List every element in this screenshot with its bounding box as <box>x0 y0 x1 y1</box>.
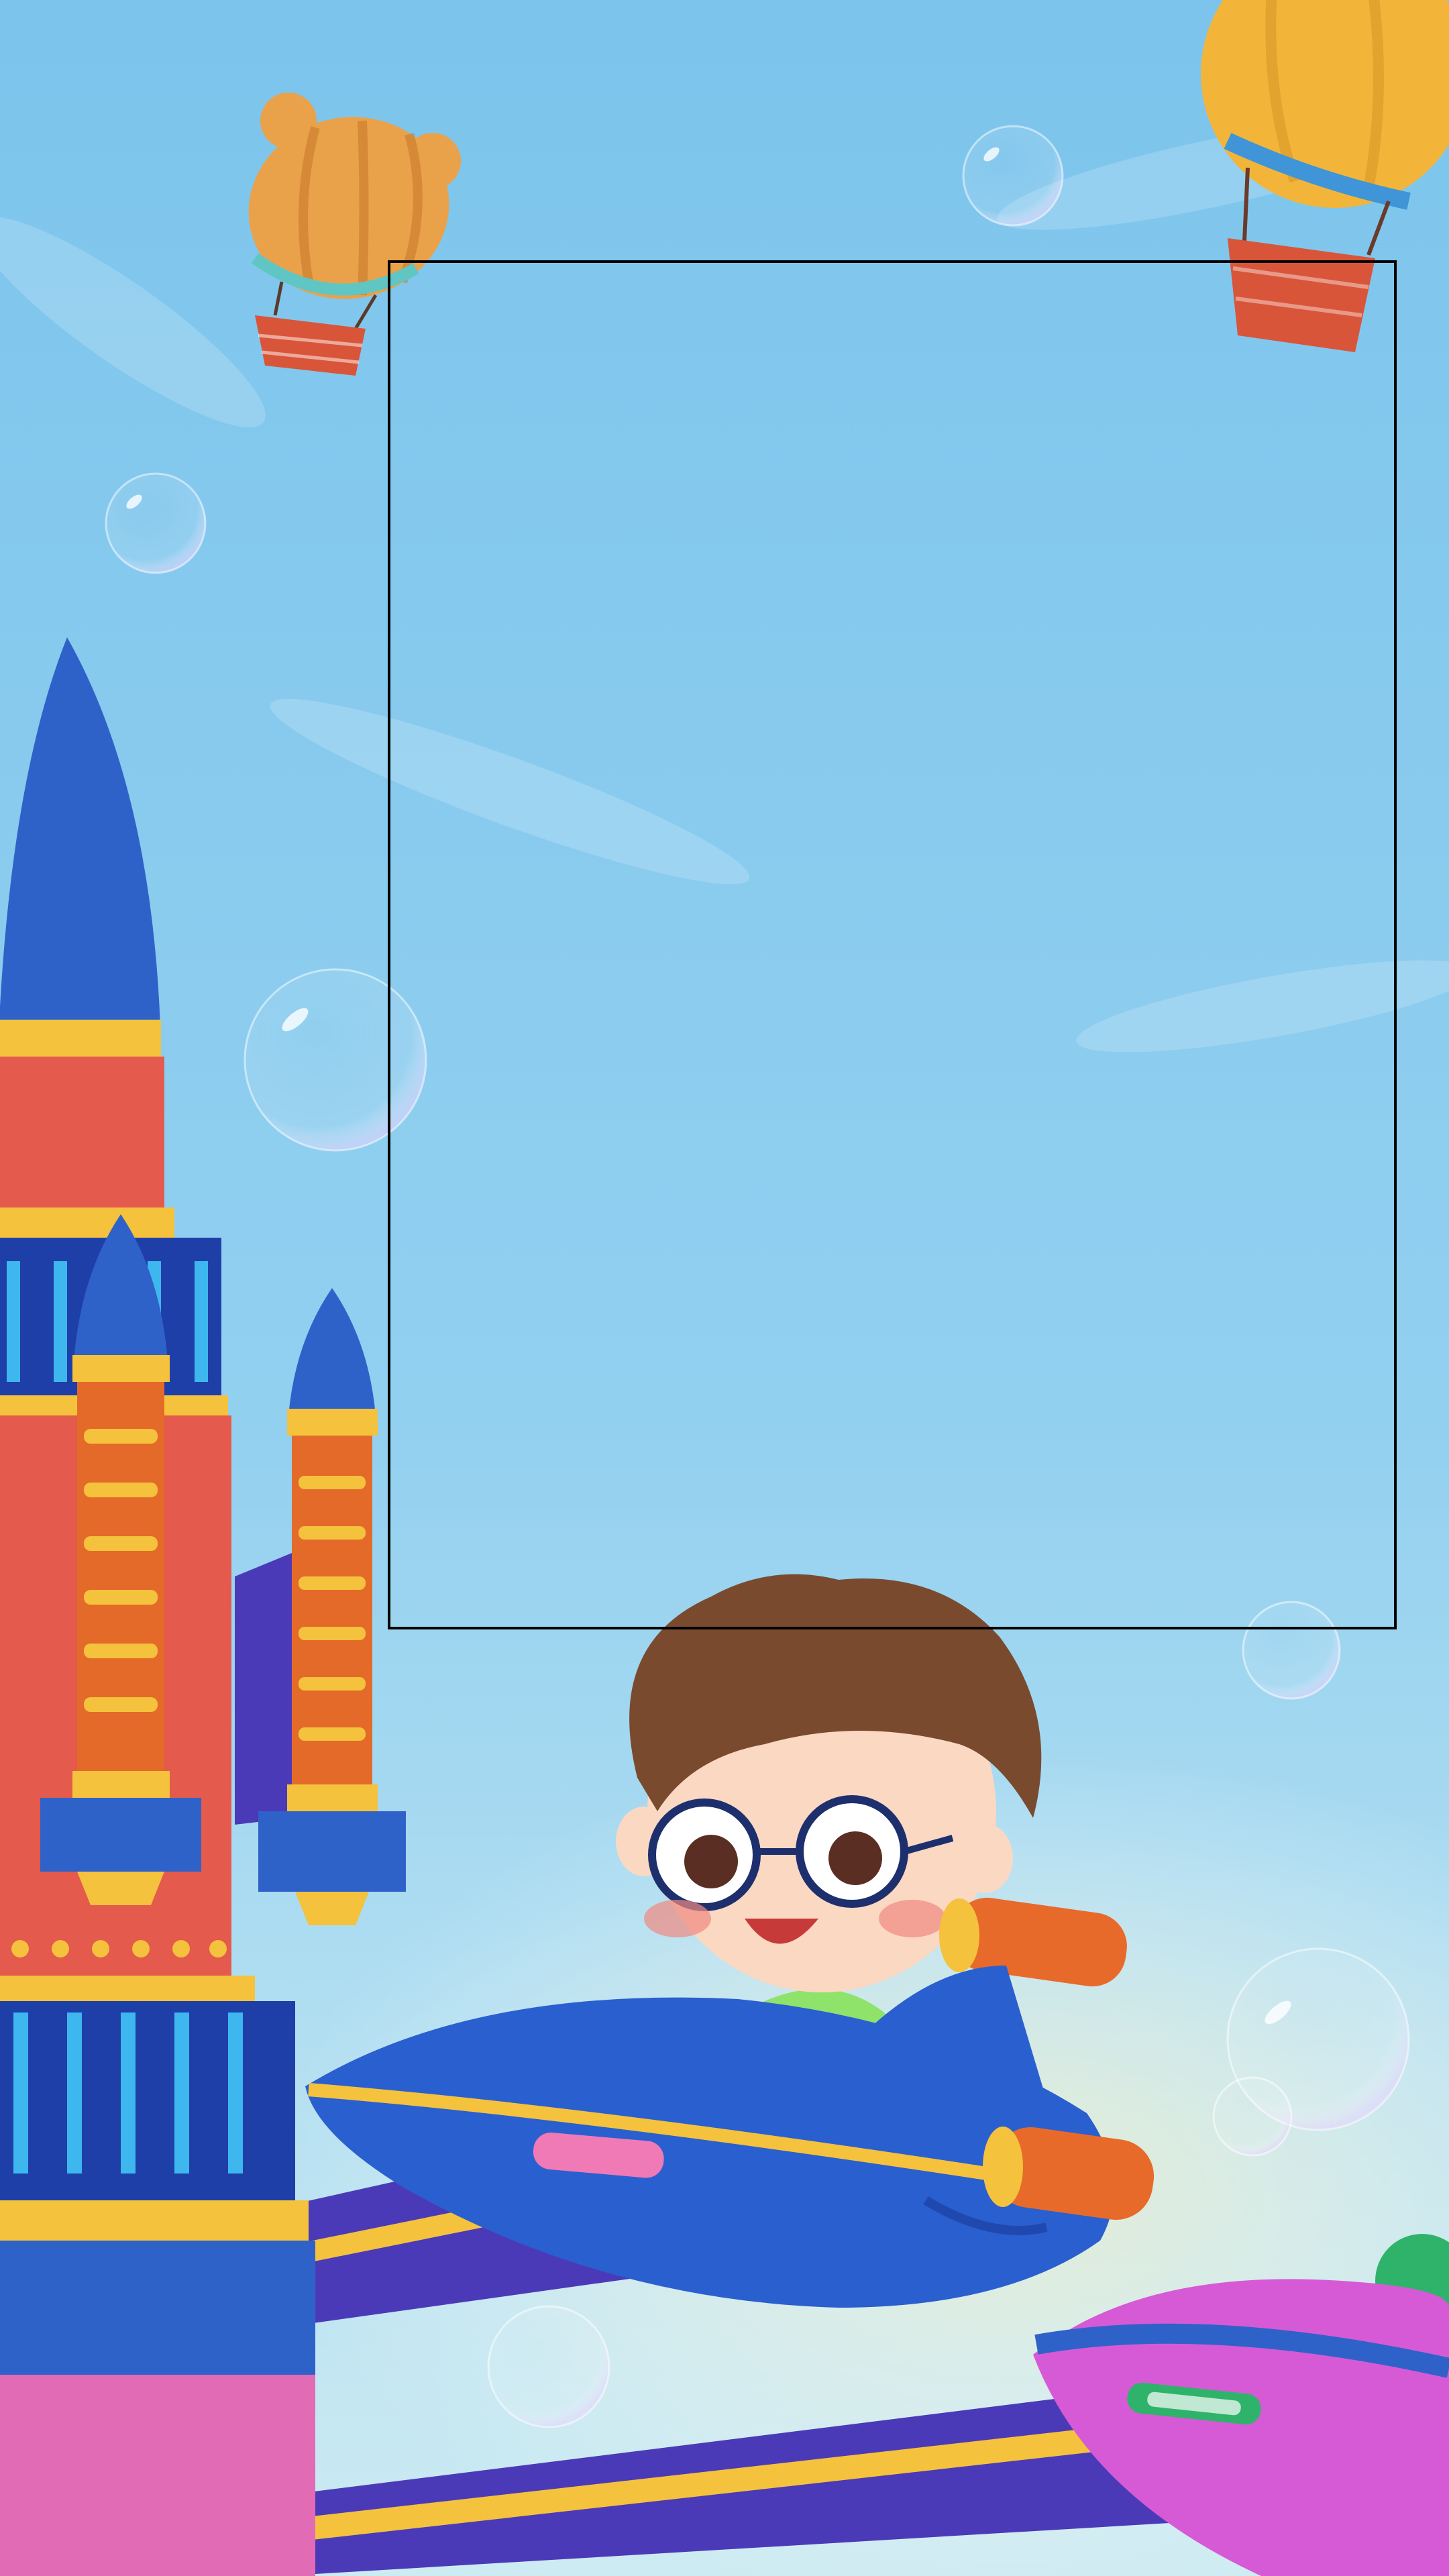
bubble-icon <box>1242 1601 1341 1700</box>
illustration-canvas <box>0 0 1449 2576</box>
bubble-icon <box>487 2305 610 2428</box>
bubble-icon <box>962 125 1064 227</box>
bubble-icon <box>1212 2076 1293 2157</box>
bubble-icon <box>244 968 427 1152</box>
bubble-icon <box>105 472 207 574</box>
